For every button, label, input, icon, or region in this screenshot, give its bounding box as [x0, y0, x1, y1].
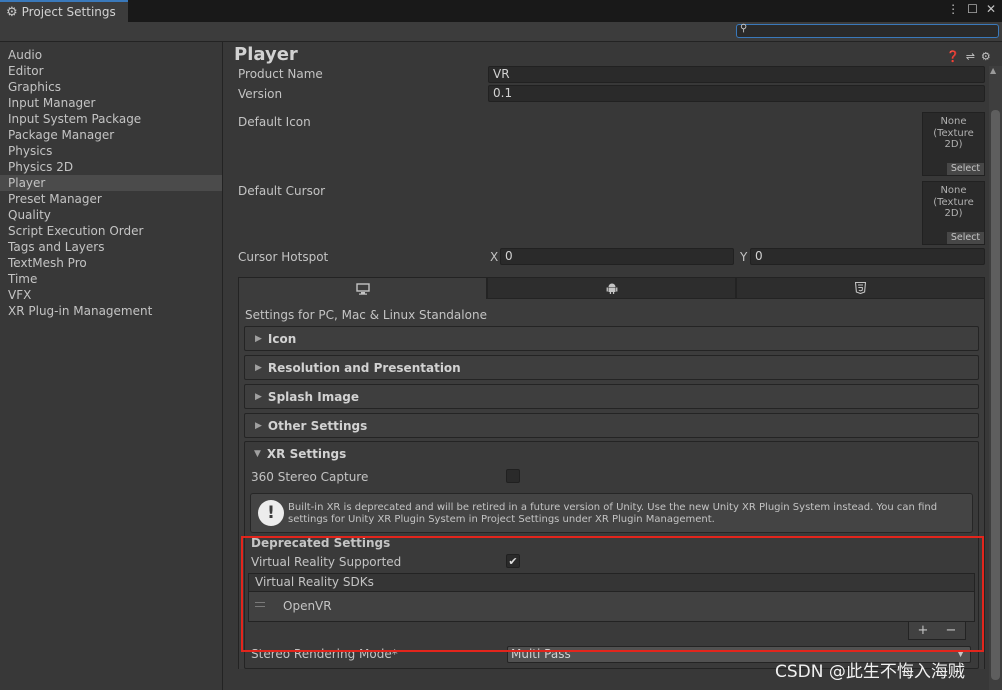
sidebar-item-time[interactable]: Time — [0, 271, 222, 287]
window-tab-label: Project Settings — [21, 5, 116, 19]
default-icon-texture-field[interactable]: None (Texture 2D) Select — [922, 112, 985, 176]
chevron-right-icon: ▶ — [255, 420, 262, 431]
sidebar-item-physics[interactable]: Physics — [0, 143, 222, 159]
warning-icon: ! — [258, 500, 284, 526]
foldout-title: Resolution and Presentation — [267, 360, 461, 375]
product-name-label: Product Name — [238, 67, 323, 81]
gear-icon: ⚙ — [6, 4, 18, 20]
scroll-up-arrow-icon[interactable]: ▲ — [990, 66, 996, 75]
chevron-right-icon: ▶ — [255, 391, 262, 402]
cursor-hotspot-label: Cursor Hotspot — [238, 250, 329, 264]
close-icon[interactable]: ✕ — [986, 2, 996, 16]
remove-sdk-button[interactable]: − — [946, 623, 957, 638]
sidebar-item-quality[interactable]: Quality — [0, 207, 222, 223]
sidebar-item-textmesh-pro[interactable]: TextMesh Pro — [0, 255, 222, 271]
vr-supported-label: Virtual Reality Supported — [251, 555, 402, 569]
search-input[interactable]: ⚲ — [736, 23, 999, 38]
sidebar-item-package-manager[interactable]: Package Manager — [0, 127, 222, 143]
texture-none-label: None — [940, 116, 967, 127]
android-icon — [606, 283, 617, 294]
foldout-splash-section[interactable]: ▶ Splash Image — [244, 384, 979, 409]
deprecated-settings-header: Deprecated Settings — [251, 536, 391, 550]
sidebar: Audio Editor Graphics Input Manager Inpu… — [0, 42, 223, 690]
default-cursor-label: Default Cursor — [238, 184, 326, 198]
hotspot-y-field[interactable]: 0 — [750, 248, 985, 265]
sidebar-item-script-execution-order[interactable]: Script Execution Order — [0, 223, 222, 239]
foldout-title: XR Settings — [266, 446, 347, 461]
desktop-icon — [355, 282, 370, 295]
default-icon-label: Default Icon — [238, 115, 311, 129]
tab-standalone[interactable] — [238, 277, 487, 299]
hotspot-x-label: X — [490, 250, 499, 264]
search-icon: ⚲ — [740, 23, 748, 34]
sidebar-item-vfx[interactable]: VFX — [0, 287, 222, 303]
scrollbar-thumb[interactable] — [991, 110, 1000, 680]
watermark: CSDN @此生不悔入海贼 — [775, 662, 965, 682]
chevron-right-icon: ▶ — [255, 333, 262, 344]
sidebar-item-player[interactable]: Player — [0, 175, 222, 191]
drag-handle-icon[interactable] — [255, 602, 265, 607]
kebab-menu-icon[interactable]: ⋮ — [947, 2, 959, 16]
page-title: Player — [234, 44, 298, 65]
deprecation-help-box: ! Built-in XR is deprecated and will be … — [250, 493, 973, 533]
sidebar-item-input-system-package[interactable]: Input System Package — [0, 111, 222, 127]
default-cursor-texture-field[interactable]: None (Texture 2D) Select — [922, 181, 985, 245]
sidebar-item-input-manager[interactable]: Input Manager — [0, 95, 222, 111]
sidebar-item-graphics[interactable]: Graphics — [0, 79, 222, 95]
default-cursor-select-button[interactable]: Select — [947, 232, 984, 244]
tab-webgl[interactable] — [736, 277, 985, 299]
sidebar-item-preset-manager[interactable]: Preset Manager — [0, 191, 222, 207]
tab-android[interactable] — [487, 277, 736, 299]
preset-icon[interactable]: ⇌ — [966, 50, 975, 63]
window-titlebar — [0, 0, 1002, 22]
texture-none-label: None — [940, 185, 967, 196]
stereo-capture-label: 360 Stereo Capture — [251, 470, 369, 484]
checkmark-icon: ✔ — [508, 554, 518, 568]
foldout-title: Splash Image — [267, 389, 360, 404]
help-icon[interactable]: ❓ — [946, 50, 960, 63]
vr-sdks-list: OpenVR — [248, 592, 975, 622]
hotspot-x-field[interactable]: 0 — [500, 248, 734, 265]
hotspot-y-label: Y — [740, 250, 748, 264]
foldout-title: Other Settings — [267, 418, 368, 433]
html5-icon — [855, 282, 866, 294]
chevron-right-icon: ▶ — [255, 362, 262, 373]
deprecation-help-text: Built-in XR is deprecated and will be re… — [288, 502, 938, 525]
foldout-xr-settings-section[interactable]: ▼ XR Settings — [244, 441, 979, 466]
list-footer: + − — [908, 622, 966, 640]
window-controls: ⋮ ☐ ✕ — [947, 2, 996, 16]
list-item[interactable]: OpenVR — [283, 599, 332, 613]
chevron-down-icon: ▼ — [254, 448, 261, 459]
sidebar-item-physics-2d[interactable]: Physics 2D — [0, 159, 222, 175]
sidebar-item-tags-and-layers[interactable]: Tags and Layers — [0, 239, 222, 255]
add-sdk-button[interactable]: + — [918, 623, 929, 638]
texture-type-label: (Texture 2D) — [933, 128, 974, 150]
dropdown-value: Multi Pass — [511, 647, 571, 661]
foldout-title: Icon — [267, 331, 297, 346]
stereo-capture-checkbox[interactable] — [506, 469, 520, 483]
vr-sdks-list-header: Virtual Reality SDKs — [248, 573, 975, 592]
texture-type-label: (Texture 2D) — [933, 197, 974, 219]
settings-icon[interactable]: ⚙ — [981, 50, 991, 63]
settings-for-label: Settings for PC, Mac & Linux Standalone — [245, 308, 487, 322]
stereo-rendering-mode-label: Stereo Rendering Mode* — [251, 647, 398, 661]
foldout-icon-section[interactable]: ▶ Icon — [244, 326, 979, 351]
window-tab-project-settings[interactable]: ⚙ Project Settings — [0, 0, 128, 22]
platform-tabs — [238, 277, 985, 299]
version-field[interactable]: 0.1 — [488, 85, 985, 102]
version-label: Version — [238, 87, 283, 101]
product-name-field[interactable]: VR — [488, 66, 985, 83]
header-icons: ❓ ⇌ ⚙ — [946, 50, 991, 63]
foldout-other-settings-section[interactable]: ▶ Other Settings — [244, 413, 979, 438]
sidebar-item-xr-plugin-management[interactable]: XR Plug-in Management — [0, 303, 222, 319]
foldout-resolution-section[interactable]: ▶ Resolution and Presentation — [244, 355, 979, 380]
vr-supported-checkbox[interactable]: ✔ — [506, 554, 520, 568]
sidebar-item-editor[interactable]: Editor — [0, 63, 222, 79]
default-icon-select-button[interactable]: Select — [947, 163, 984, 175]
sidebar-item-audio[interactable]: Audio — [0, 47, 222, 63]
maximize-icon[interactable]: ☐ — [967, 2, 978, 16]
